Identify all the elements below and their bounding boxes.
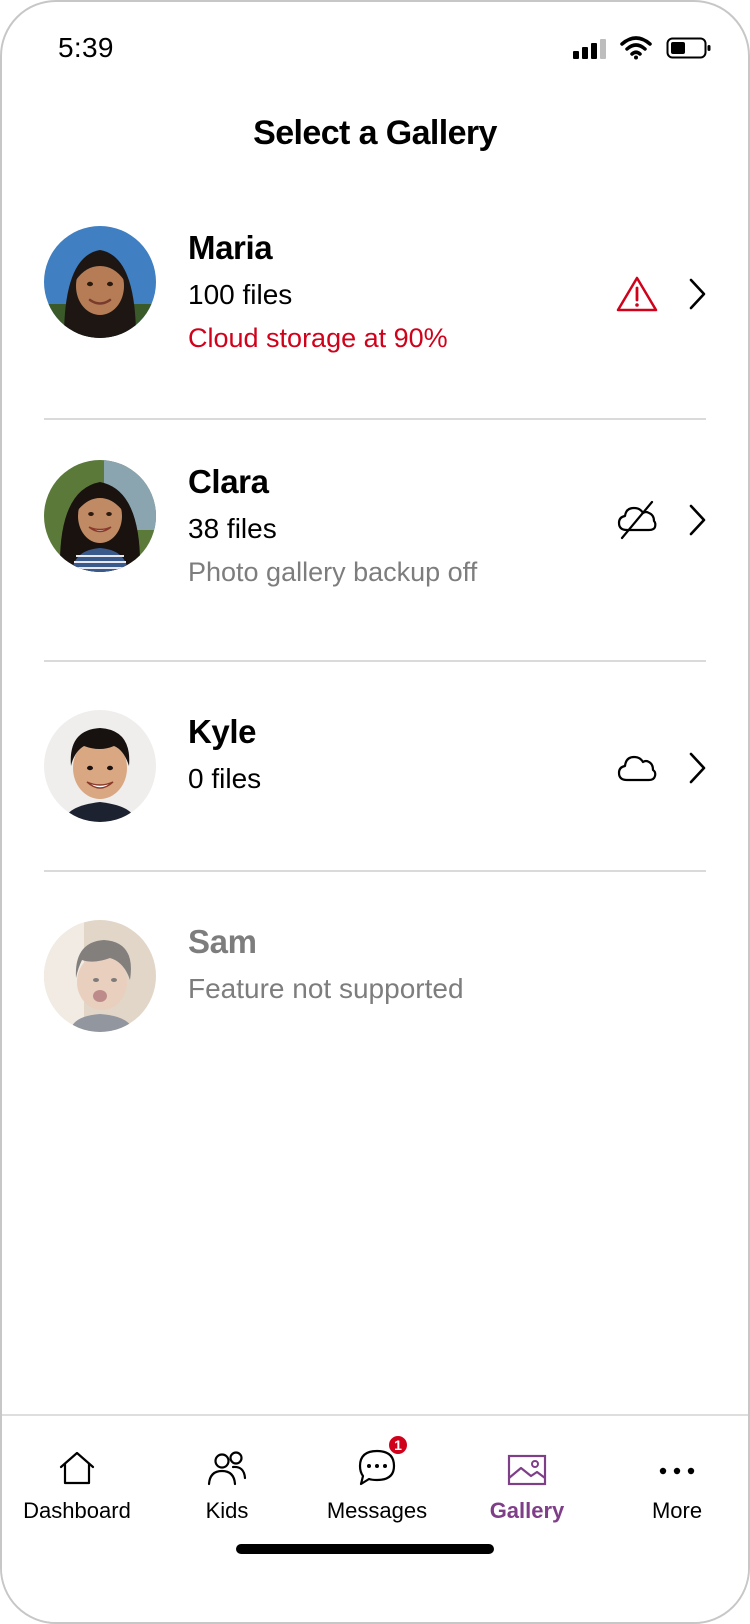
tab-label: Dashboard xyxy=(23,1498,131,1523)
kid-info-clara: Clara 38 files Photo gallery backup off xyxy=(188,462,477,588)
kid-info-kyle: Kyle 0 files xyxy=(188,712,261,796)
warning-icon xyxy=(616,276,658,312)
kid-name: Sam xyxy=(188,923,257,960)
tab-gallery[interactable]: Gallery xyxy=(452,1438,602,1524)
chevron-right-icon[interactable] xyxy=(688,504,706,536)
tab-dashboard[interactable]: Dashboard xyxy=(2,1438,152,1524)
row-actions xyxy=(616,500,706,540)
bottom-tab-bar: Dashboard Kids 1 Messages Gallery More xyxy=(2,1414,748,1622)
kid-name: Kyle xyxy=(188,713,257,750)
status-bar: 5:39 xyxy=(2,2,748,94)
chat-icon: 1 xyxy=(357,1434,409,1486)
kid-info-maria: Maria 100 files Cloud storage at 90% xyxy=(188,228,448,354)
battery-icon xyxy=(666,36,712,60)
avatar-sam xyxy=(44,920,156,1032)
cloud-off-icon xyxy=(616,500,658,540)
row-actions xyxy=(616,276,706,312)
row-actions xyxy=(616,752,706,784)
cloud-icon xyxy=(616,752,658,784)
avatar-kyle xyxy=(44,710,156,822)
wifi-icon xyxy=(620,36,652,60)
status-time: 5:39 xyxy=(58,32,114,63)
home-icon xyxy=(58,1438,96,1486)
file-count: 0 files xyxy=(188,763,262,794)
unread-badge: 1 xyxy=(387,1434,409,1456)
kid-name: Clara xyxy=(188,463,269,500)
chevron-right-icon[interactable] xyxy=(688,752,706,784)
people-icon xyxy=(207,1438,247,1486)
kid-name: Maria xyxy=(188,229,273,266)
file-count: 38 files xyxy=(188,513,277,544)
backup-status-text: Photo gallery backup off xyxy=(188,557,478,587)
gallery-row-kyle[interactable]: Kyle 0 files xyxy=(44,662,706,872)
page-title: Select a Gallery xyxy=(253,114,497,152)
chevron-right-icon[interactable] xyxy=(688,278,706,310)
tab-label: Messages xyxy=(326,1498,428,1523)
tab-label: More xyxy=(651,1498,703,1523)
phone-screen: 5:39 Select a Gallery Maria 100 files Cl… xyxy=(0,0,750,1624)
gallery-list: Maria 100 files Cloud storage at 90% Cla… xyxy=(44,198,706,1062)
tab-label: Kids xyxy=(205,1498,249,1523)
unsupported-text: Feature not supported xyxy=(188,973,464,1004)
kid-info-sam: Sam Feature not supported xyxy=(188,922,464,1006)
tab-kids[interactable]: Kids xyxy=(152,1438,302,1524)
image-icon xyxy=(507,1438,547,1486)
avatar-maria xyxy=(44,226,156,338)
more-icon xyxy=(657,1438,697,1486)
cellular-signal-icon xyxy=(573,37,606,59)
tab-label: Gallery xyxy=(489,1498,565,1523)
storage-warning-text: Cloud storage at 90% xyxy=(188,323,448,353)
gallery-row-clara[interactable]: Clara 38 files Photo gallery backup off xyxy=(44,420,706,662)
tab-more[interactable]: More xyxy=(602,1438,748,1524)
tab-messages[interactable]: 1 Messages xyxy=(302,1434,452,1524)
gallery-row-sam: Sam Feature not supported xyxy=(44,872,706,1062)
gallery-row-maria[interactable]: Maria 100 files Cloud storage at 90% xyxy=(44,198,706,420)
avatar-clara xyxy=(44,460,156,572)
file-count: 100 files xyxy=(188,279,293,310)
home-indicator[interactable] xyxy=(236,1544,494,1554)
status-icons xyxy=(573,36,712,60)
